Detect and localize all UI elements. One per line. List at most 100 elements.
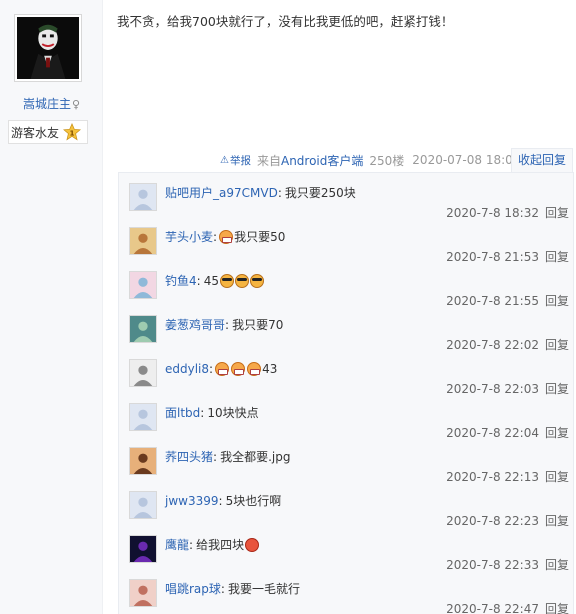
reply-avatar[interactable]: [129, 183, 157, 211]
reply-avatar[interactable]: [129, 227, 157, 255]
reply-body: 荞四头猪: 我全都要.jpg: [165, 447, 290, 467]
reply-username[interactable]: eddyli8: [165, 359, 209, 379]
reply-button[interactable]: 回复: [545, 206, 569, 220]
reply-avatar[interactable]: [129, 315, 157, 343]
reply-time: 2020-7-8 22:04: [446, 426, 539, 440]
female-icon: ♀: [71, 98, 81, 111]
reply-body: 芋头小麦: 我只要50: [165, 227, 285, 247]
reply-button[interactable]: 回复: [545, 338, 569, 352]
reply-footer: 2020-7-8 22:23 回复: [446, 511, 569, 531]
collapse-replies-button[interactable]: 收起回复: [511, 148, 573, 172]
reply-item: jww3399:5块也行啊 2020-7-8 22:23 回复: [129, 487, 569, 529]
author-name-line: 嵩城庄主♀: [0, 95, 103, 112]
reply-item: 唱跳rap球: 我要一毛就行 2020-7-8 22:47 回复: [129, 575, 569, 614]
grin-emoji-icon: [231, 362, 246, 376]
tomato-emoji-icon: [245, 538, 260, 552]
reply-text: 我只要50: [234, 230, 286, 244]
reply-item: eddyli8: 43 2020-7-8 22:03 回复: [129, 355, 569, 397]
reply-colon: :: [213, 450, 218, 464]
reply-body: 唱跳rap球: 我要一毛就行: [165, 579, 300, 599]
grin-emoji-icon: [215, 362, 230, 376]
reply-avatar[interactable]: [129, 403, 157, 431]
reply-footer: 2020-7-8 22:13 回复: [446, 467, 569, 487]
warning-icon: ⚠: [220, 154, 229, 166]
cool-emoji-icon: [234, 274, 249, 288]
reply-time: 2020-7-8 18:32: [446, 206, 539, 220]
reply-body: 钓鱼4:45: [165, 271, 264, 291]
reply-username[interactable]: 钓鱼4: [165, 271, 197, 291]
reply-username[interactable]: 姜葱鸡哥哥: [165, 315, 225, 335]
reply-body: eddyli8: 43: [165, 359, 277, 379]
reply-footer: 2020-7-8 22:02 回复: [446, 335, 569, 355]
reply-body: jww3399:5块也行啊: [165, 491, 281, 511]
reply-username[interactable]: 鹰龍: [165, 535, 189, 555]
reply-time: 2020-7-8 22:47: [446, 602, 539, 614]
reply-text: 10块快点: [207, 406, 259, 420]
reply-time: 2020-7-8 22:33: [446, 558, 539, 572]
reply-time: 2020-7-8 22:02: [446, 338, 539, 352]
level-title: 游客水友: [11, 125, 60, 140]
reply-avatar[interactable]: [129, 535, 157, 563]
reply-button[interactable]: 回复: [545, 514, 569, 528]
reply-item: 贴吧用户_a97CMVD: 我只要250块 2020-7-8 18:32 回复: [129, 179, 569, 221]
reply-button[interactable]: 回复: [545, 470, 569, 484]
reply-footer: 2020-7-8 22:04 回复: [446, 423, 569, 443]
level-number: 1: [69, 129, 74, 138]
reply-avatar[interactable]: [129, 579, 157, 607]
reply-text: 我要一毛就行: [227, 582, 300, 596]
reply-footer: 2020-7-8 22:33 回复: [446, 555, 569, 575]
reply-button[interactable]: 回复: [545, 602, 569, 614]
level-star-icon: 1: [63, 123, 81, 141]
reply-body: 面ltbd:10块快点: [165, 403, 259, 423]
reply-time: 2020-7-8 21:55: [446, 294, 539, 308]
reply-item: 荞四头猪: 我全都要.jpg 2020-7-8 22:13 回复: [129, 443, 569, 485]
cool-emoji-icon: [219, 274, 234, 288]
reply-button[interactable]: 回复: [545, 250, 569, 264]
reply-colon: :: [189, 538, 194, 552]
reply-username[interactable]: 芋头小麦: [165, 227, 213, 247]
reply-body: 鹰龍: 给我四块: [165, 535, 260, 555]
author-sidebar: 嵩城庄主♀ 游客水友 1: [0, 0, 103, 614]
reply-colon: :: [213, 230, 218, 244]
reply-username[interactable]: jww3399: [165, 491, 219, 511]
reply-colon: :: [209, 362, 214, 376]
report-link[interactable]: ⚠ 举报: [220, 153, 251, 168]
reply-username[interactable]: 面ltbd: [165, 403, 200, 423]
reply-item: 鹰龍: 给我四块 2020-7-8 22:33 回复: [129, 531, 569, 573]
reply-username[interactable]: 贴吧用户_a97CMVD: [165, 183, 278, 203]
reply-item: 面ltbd:10块快点 2020-7-8 22:04 回复: [129, 399, 569, 441]
reply-avatar[interactable]: [129, 359, 157, 387]
reply-item: 姜葱鸡哥哥: 我只要70 2020-7-8 22:02 回复: [129, 311, 569, 353]
reply-button[interactable]: 回复: [545, 382, 569, 396]
author-name-link[interactable]: 嵩城庄主: [23, 97, 71, 111]
level-badge: 游客水友 1: [8, 120, 88, 144]
reply-avatar[interactable]: [129, 491, 157, 519]
reply-footer: 2020-7-8 21:55 回复: [446, 291, 569, 311]
reply-list: 贴吧用户_a97CMVD: 我只要250块 2020-7-8 18:32 回复 芋头小麦…: [118, 172, 574, 614]
reply-button[interactable]: 回复: [545, 426, 569, 440]
reply-text: 我全都要.jpg: [220, 450, 291, 464]
reply-button[interactable]: 回复: [545, 558, 569, 572]
reply-item: 钓鱼4:45 2020-7-8 21:55 回复: [129, 267, 569, 309]
client-link[interactable]: Android客户端: [281, 152, 363, 169]
author-avatar[interactable]: [14, 14, 82, 82]
reply-avatar[interactable]: [129, 447, 157, 475]
reply-avatar[interactable]: [129, 271, 157, 299]
post-content: 我不贪，给我700块就行了，没有比我更低的吧，赶紧打钱！: [117, 14, 454, 29]
reply-username[interactable]: 荞四头猪: [165, 447, 213, 467]
reply-colon: :: [277, 186, 282, 200]
reply-username[interactable]: 唱跳rap球: [165, 579, 221, 599]
reply-time: 2020-7-8 22:03: [446, 382, 539, 396]
from-prefix: 来自: [256, 153, 281, 168]
reply-footer: 2020-7-8 22:03 回复: [446, 379, 569, 399]
reply-body: 姜葱鸡哥哥: 我只要70: [165, 315, 283, 335]
reply-item: 芋头小麦: 我只要50 2020-7-8 21:53 回复: [129, 223, 569, 265]
post-tail: ⚠ 举报 来自 Android客户端 250楼 2020-07-08 18:00: [220, 151, 520, 169]
reply-text: 45: [203, 274, 219, 288]
reply-button[interactable]: 回复: [545, 294, 569, 308]
reply-footer: 2020-7-8 22:47 回复: [446, 599, 569, 614]
reply-time: 2020-7-8 21:53: [446, 250, 539, 264]
grin-emoji-icon: [219, 230, 234, 244]
post-date: 2020-07-08 18:00: [412, 153, 521, 167]
reply-body: 贴吧用户_a97CMVD: 我只要250块: [165, 183, 356, 203]
